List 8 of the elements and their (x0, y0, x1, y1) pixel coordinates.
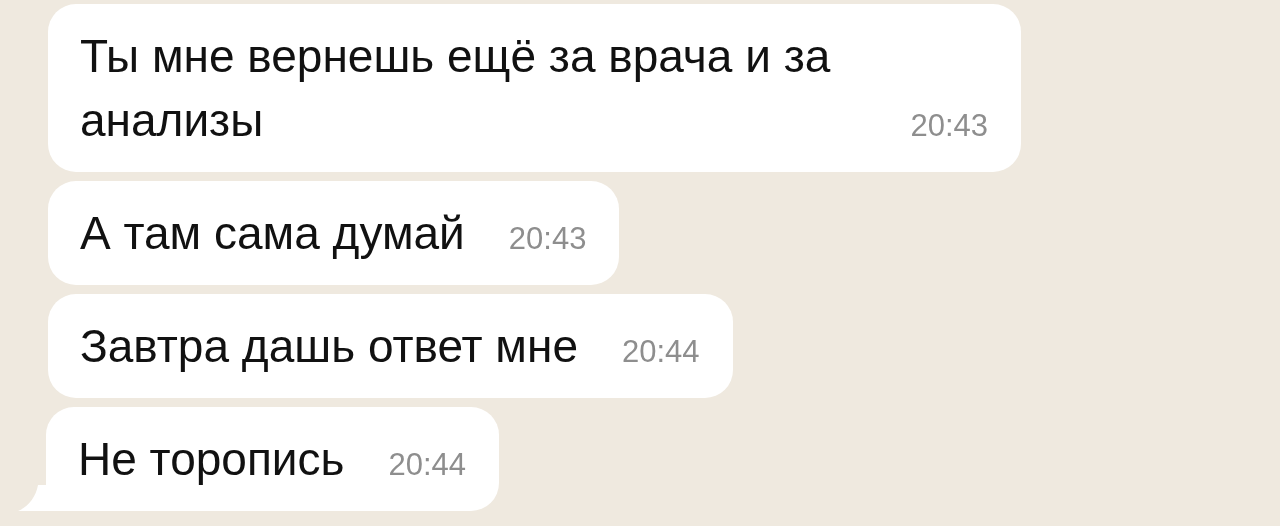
message-text: Завтра дашь ответ мне (80, 320, 578, 372)
message-time: 20:44 (621, 333, 700, 371)
message-text: А там сама думай (80, 207, 465, 259)
message-text: Не торопись (78, 433, 345, 485)
message-time: 20:43 (508, 220, 587, 258)
message-time: 20:44 (388, 446, 467, 484)
message-time: 20:43 (910, 107, 988, 145)
message-text: Ты мне вернешь ещё за врача и за анализы (80, 30, 831, 146)
